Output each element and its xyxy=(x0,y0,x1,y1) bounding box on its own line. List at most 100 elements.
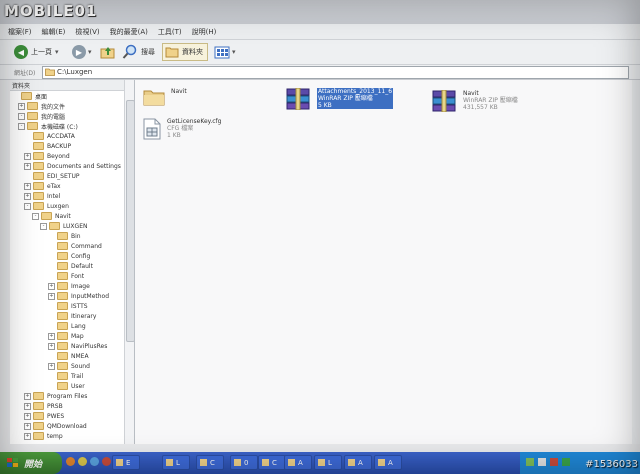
file-item[interactable]: Attachments_2013_11_6 WinRAR ZIP 壓縮檔 5 KB xyxy=(285,88,394,110)
tree-item[interactable]: BACKUP xyxy=(24,141,71,151)
tree-item[interactable]: + temp xyxy=(24,431,63,441)
file-list-pane: Navit Attachments_2013_11_6 WinRAR ZIP 壓縮檔… xyxy=(135,80,632,444)
tree-item[interactable]: EDI_SETUP xyxy=(24,171,79,181)
taskbar-window-button[interactable]: A xyxy=(374,455,402,470)
tree-item[interactable]: - Navit xyxy=(32,211,71,221)
expander-icon[interactable]: - xyxy=(40,222,47,230)
expander-icon[interactable]: + xyxy=(48,342,55,350)
tree-item[interactable]: Bin xyxy=(48,231,81,241)
menu-item[interactable]: 說明(H) xyxy=(192,27,217,37)
tree-item[interactable]: Default xyxy=(48,261,93,271)
tree-item[interactable]: + PWES xyxy=(24,411,64,421)
tree-item[interactable]: - 我的電腦 xyxy=(18,111,65,121)
tree-item[interactable]: Config xyxy=(48,251,90,261)
tree-item[interactable]: NMEA xyxy=(48,351,89,361)
file-item[interactable]: GetLicenseKey.cfg CFG 檔案 1 KB xyxy=(143,118,221,140)
expander-icon[interactable]: + xyxy=(48,362,55,370)
tree-item[interactable]: + Beyond xyxy=(24,151,70,161)
tree-item[interactable]: + Sound xyxy=(48,361,90,371)
expander-icon[interactable]: + xyxy=(24,412,31,420)
file-list-scrollbar[interactable] xyxy=(632,80,640,444)
taskbar-window-button[interactable]: A xyxy=(344,455,372,470)
expander-icon[interactable]: + xyxy=(48,282,55,290)
menu-item[interactable]: 檢視(V) xyxy=(75,27,99,37)
taskbar-window-button[interactable]: A xyxy=(284,455,312,470)
taskbar-window-button[interactable]: E xyxy=(112,455,140,470)
expander-icon[interactable]: - xyxy=(24,202,31,210)
tree-item[interactable]: + Map xyxy=(48,331,84,341)
folders-button[interactable]: 資料夾 xyxy=(162,43,208,61)
tray-icon[interactable] xyxy=(526,458,534,466)
tree-item[interactable]: + InputMethod xyxy=(48,291,109,301)
tray-icon[interactable] xyxy=(550,458,558,466)
tree-item[interactable]: ISTTS xyxy=(48,301,88,311)
expander-icon[interactable]: + xyxy=(48,332,55,340)
expander-icon[interactable]: + xyxy=(24,192,31,200)
scrollbar-thumb[interactable] xyxy=(126,100,135,342)
expander-icon[interactable]: + xyxy=(24,432,31,440)
folder-icon xyxy=(21,92,32,100)
tray-icon[interactable] xyxy=(562,458,570,466)
quick-launch-icon[interactable] xyxy=(102,457,111,466)
quick-launch-icon[interactable] xyxy=(78,457,87,466)
quick-launch-icon[interactable] xyxy=(90,457,99,466)
expander-icon[interactable]: + xyxy=(18,102,25,110)
expander-icon[interactable]: - xyxy=(18,122,25,130)
tree-item[interactable]: Font xyxy=(48,271,84,281)
tree-item[interactable]: + eTax xyxy=(24,181,61,191)
expander-icon[interactable]: + xyxy=(24,402,31,410)
forward-button[interactable]: ▶ ▾ xyxy=(72,43,92,61)
search-button[interactable]: 搜尋 xyxy=(122,43,155,61)
tree-item[interactable]: + Image xyxy=(48,281,90,291)
folder-icon xyxy=(33,402,44,410)
taskbar-window-button[interactable]: L xyxy=(314,455,342,470)
tree-item[interactable]: - Luxgen xyxy=(24,201,69,211)
tree-item[interactable]: + Documents and Settings xyxy=(24,161,121,171)
start-button[interactable]: 開始 xyxy=(0,452,62,474)
tree-item[interactable]: + 我的文件 xyxy=(18,101,65,111)
tree-item[interactable]: Trail xyxy=(48,371,83,381)
taskbar-window-button[interactable]: C xyxy=(258,455,286,470)
tree-item[interactable]: Itinerary xyxy=(48,311,96,321)
menu-item[interactable]: 工具(T) xyxy=(158,27,182,37)
tree-item[interactable]: - 本機磁碟 (C:) xyxy=(18,121,78,131)
address-path: C:\Luxgen xyxy=(57,68,93,76)
menu-item[interactable]: 我的最愛(A) xyxy=(110,27,148,37)
file-item[interactable]: Navit WinRAR ZIP 壓縮檔 431,557 KB xyxy=(431,90,518,112)
tree-item[interactable]: ACCDATA xyxy=(24,131,75,141)
tree-item[interactable]: Lang xyxy=(48,321,86,331)
watermark-logo: MOBILE01 xyxy=(4,2,98,20)
quick-launch-icon[interactable] xyxy=(66,457,75,466)
tree-item[interactable]: - LUXGEN xyxy=(40,221,87,231)
up-folder-button[interactable] xyxy=(100,43,116,61)
expander-icon[interactable]: + xyxy=(24,422,31,430)
expander-icon[interactable]: + xyxy=(48,292,55,300)
expander-icon[interactable]: + xyxy=(24,392,31,400)
folder-tree-scrollbar[interactable] xyxy=(124,80,135,444)
back-button[interactable]: ◀ 上一頁 ▾ xyxy=(14,43,59,61)
tree-item[interactable]: + QMDownload xyxy=(24,421,87,431)
tray-icon[interactable] xyxy=(538,458,546,466)
tree-item[interactable]: + NaviPlusRes xyxy=(48,341,107,351)
address-input[interactable]: C:\Luxgen xyxy=(42,66,629,79)
tree-item[interactable]: 桌面 xyxy=(12,91,47,101)
menu-item[interactable]: 檔案(F) xyxy=(8,27,32,37)
views-button[interactable]: ▾ xyxy=(214,43,236,61)
expander-icon[interactable]: - xyxy=(32,212,39,220)
file-info: Attachments_2013_11_6 WinRAR ZIP 壓縮檔 5 KB xyxy=(317,88,394,109)
tree-item[interactable]: + Intel xyxy=(24,191,60,201)
expander-icon[interactable]: + xyxy=(24,152,31,160)
tree-item[interactable]: + Program Files xyxy=(24,391,87,401)
tree-item[interactable]: User xyxy=(48,381,85,391)
tree-item[interactable]: + PRSB xyxy=(24,401,63,411)
taskbar-window-button[interactable]: 0 xyxy=(230,455,258,470)
taskbar-window-button[interactable]: L xyxy=(162,455,190,470)
expander-icon[interactable]: - xyxy=(18,112,25,120)
taskbar-window-button[interactable]: C xyxy=(196,455,224,470)
folder-icon xyxy=(33,162,44,170)
tree-item[interactable]: Command xyxy=(48,241,102,251)
expander-icon[interactable]: + xyxy=(24,182,31,190)
file-item[interactable]: Navit xyxy=(143,88,187,106)
menu-item[interactable]: 編輯(E) xyxy=(42,27,66,37)
expander-icon[interactable]: + xyxy=(24,162,31,170)
